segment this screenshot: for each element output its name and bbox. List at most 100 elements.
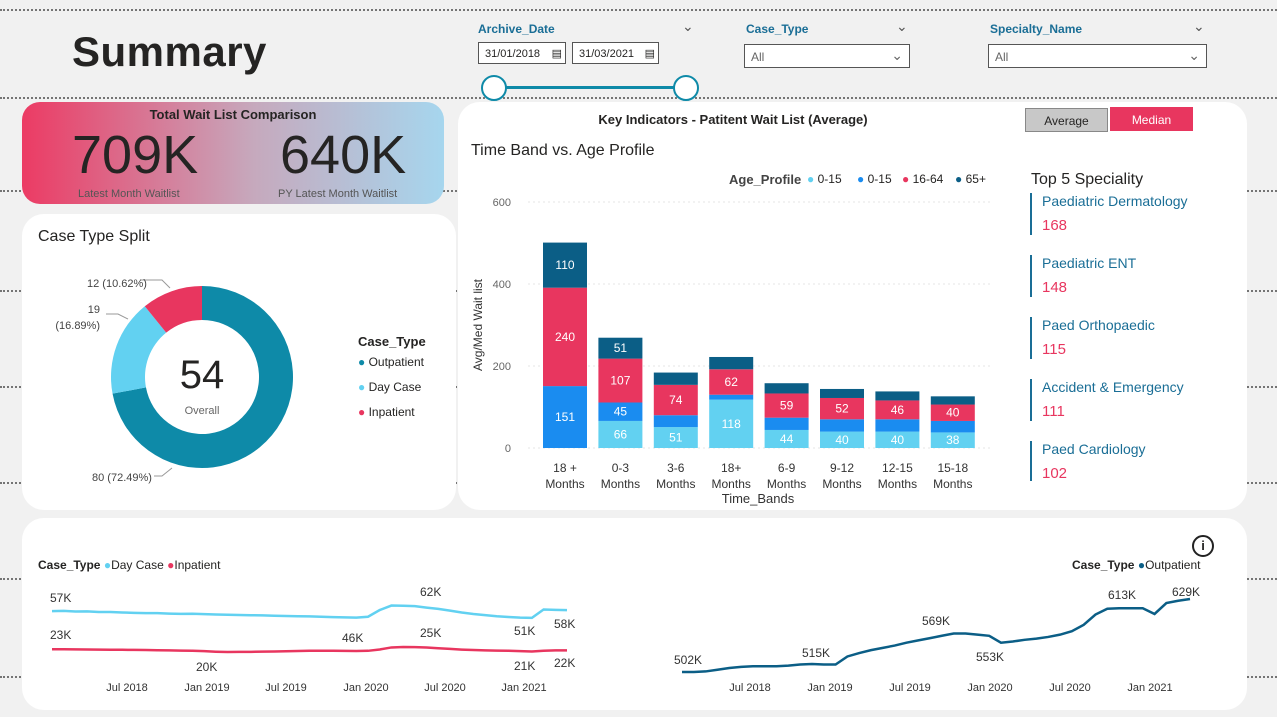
x-tick-label: 3-6	[667, 461, 685, 475]
chevron-down-icon: ⌄	[891, 47, 903, 63]
speciality-name: Accident & Emergency	[1042, 379, 1184, 395]
speciality-accent-bar	[1030, 379, 1032, 421]
speciality-value: 148	[1042, 279, 1068, 296]
line-series-day-case	[51, 604, 568, 620]
bar-segment	[820, 419, 864, 432]
x-tick-label: Jan 2020	[967, 682, 1012, 694]
line-series-outpatient	[682, 597, 1191, 674]
line-data-label: 58K	[554, 617, 575, 631]
legend-label: Day Case	[368, 380, 422, 394]
legend-dot: ●	[358, 405, 366, 419]
line-series-inpatient	[52, 645, 567, 654]
line-data-label: 57K	[50, 591, 71, 605]
x-tick-label: Jul 2020	[1049, 682, 1091, 694]
x-tick-label: Jan 2019	[184, 682, 229, 694]
specialty-value: All	[995, 50, 1009, 64]
speciality-value: 102	[1042, 465, 1068, 482]
bar-data-label: 107	[610, 374, 630, 388]
date-slider-end-handle[interactable]	[673, 75, 699, 101]
x-tick-label: 18+	[721, 461, 741, 475]
y-tick-label: 0	[505, 443, 511, 455]
median-button[interactable]: Median	[1110, 107, 1193, 131]
x-tick-label: Jul 2020	[424, 682, 466, 694]
calendar-icon[interactable]: ▤	[645, 43, 655, 65]
chevron-down-icon[interactable]: ⌄	[1193, 18, 1205, 35]
line-data-label: 515K	[802, 646, 830, 660]
end-date-value: 31/03/2021	[579, 48, 635, 60]
bar-data-label: 110	[555, 258, 574, 272]
x-tick-label: 9-12	[830, 461, 854, 475]
calendar-icon[interactable]: ▤	[552, 43, 562, 65]
bar-segment	[820, 388, 864, 398]
legend-outpatient[interactable]: ● Outpatient	[358, 355, 424, 369]
chevron-down-icon[interactable]: ⌄	[682, 18, 694, 35]
x-tick-label: 18 +	[553, 461, 577, 475]
kpi-card: Total Wait List Comparison 709K Latest M…	[22, 102, 444, 204]
x-tick-label: Jul 2019	[265, 682, 307, 694]
specialty-dropdown[interactable]: All ⌄	[988, 44, 1207, 68]
speciality-name: Paed Cardiology	[1042, 441, 1146, 457]
archive-date-label: Archive_Date	[478, 22, 555, 36]
legend-inpatient[interactable]: ● Inpatient	[358, 405, 415, 419]
x-tick-label: 12-15	[882, 461, 913, 475]
end-date-input[interactable]: 31/03/2021 ▤	[572, 42, 659, 64]
y-tick-label: 600	[493, 197, 511, 209]
legend-daycase[interactable]: ● Day Case	[358, 380, 421, 394]
start-date-input[interactable]: 31/01/2018 ▤	[478, 42, 566, 64]
line-data-label: 629K	[1172, 585, 1200, 599]
case-type-filter-label: Case_Type	[746, 22, 809, 36]
bar-segment	[875, 391, 920, 401]
line-data-label: 62K	[420, 585, 441, 599]
py-waitlist-value: 640K	[280, 125, 407, 185]
x-tick-label: Months	[933, 477, 972, 491]
x-tick-label: 0-3	[612, 461, 630, 475]
speciality-value: 168	[1042, 217, 1068, 234]
outpatient-slice-label: 80 (72.49%)	[92, 472, 152, 484]
date-slider-track[interactable]	[494, 86, 686, 89]
bar-data-label: 51	[614, 341, 628, 355]
speciality-accent-bar	[1030, 255, 1032, 297]
bar-data-label: 38	[946, 433, 960, 447]
y-tick-label: 400	[493, 279, 511, 291]
x-tick-label: Months	[767, 477, 806, 491]
chevron-down-icon[interactable]: ⌄	[896, 18, 908, 35]
bar-data-label: 46	[891, 403, 905, 417]
specialty-filter-label: Specialty_Name	[990, 22, 1083, 36]
line-data-label: 23K	[50, 628, 71, 642]
chevron-down-icon: ⌄	[1188, 47, 1200, 63]
start-date-value: 31/01/2018	[485, 48, 541, 60]
x-tick-label: Jan 2019	[807, 682, 852, 694]
bar-data-label: 66	[614, 427, 628, 441]
bar-data-label: 151	[555, 410, 575, 424]
line-data-label: 51K	[514, 624, 535, 638]
bar-segment	[875, 419, 920, 432]
leader-line	[154, 467, 173, 477]
line-data-label: 21K	[514, 659, 535, 673]
speciality-value: 115	[1042, 341, 1066, 358]
kpi-title: Total Wait List Comparison	[149, 107, 317, 122]
bar-data-label: 240	[555, 330, 575, 344]
daycase-slice-pct: (16.89%)	[55, 320, 100, 332]
legend-label: Outpatient	[368, 355, 424, 369]
stacked-bar-chart: 0 200 400 600 Avg/Med Wait list Time_Bands 151…	[471, 197, 993, 506]
donut-center-value: 54	[180, 353, 225, 397]
average-button[interactable]: Average	[1025, 108, 1108, 132]
speciality-name: Paediatric ENT	[1042, 255, 1137, 271]
line-data-label: 613K	[1108, 588, 1136, 602]
py-waitlist-label: PY Latest Month Waitlist	[278, 188, 398, 200]
bar-data-label: 74	[669, 393, 683, 407]
speciality-accent-bar	[1030, 441, 1032, 481]
latest-waitlist-value: 709K	[72, 125, 199, 185]
legend-dot: ●	[358, 355, 366, 369]
speciality-value: 111	[1042, 403, 1065, 420]
x-tick-label: Jan 2021	[1127, 682, 1172, 694]
legend-dot: ●	[358, 380, 366, 394]
x-tick-label: Months	[656, 477, 695, 491]
speciality-accent-bar	[1030, 193, 1032, 235]
bar-segment	[653, 415, 698, 428]
y-axis-label: Avg/Med Wait list	[471, 278, 485, 371]
bar-data-label: 59	[780, 399, 794, 413]
x-tick-label: Jul 2018	[729, 682, 771, 694]
case-type-dropdown[interactable]: All ⌄	[744, 44, 910, 68]
date-slider-start-handle[interactable]	[481, 75, 507, 101]
